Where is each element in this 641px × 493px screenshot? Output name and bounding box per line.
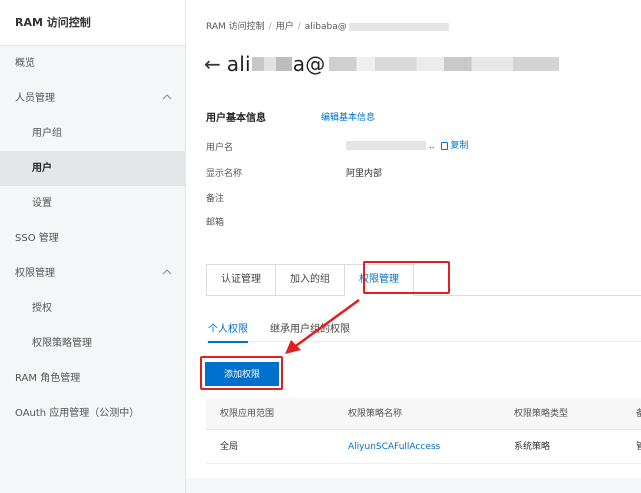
- sidebar-item-groups[interactable]: 用户组: [0, 116, 186, 151]
- table-cell: 全局: [220, 442, 239, 452]
- title-middle: a@: [292, 52, 326, 76]
- sidebar-header: RAM 访问控制: [0, 0, 185, 46]
- sidebar-item-label: 用户组: [32, 128, 62, 139]
- sidebar-item-label: 概览: [15, 58, 35, 69]
- bottom-scroll-area: [186, 478, 641, 493]
- annotation-highlight: [363, 261, 450, 294]
- username-label: 用户名: [206, 143, 234, 153]
- sidebar-item-label: 授权: [32, 303, 52, 314]
- sidebar: RAM 访问控制 概览 人员管理 用户组 用户 设置 SSO 管理 权限管理 授…: [0, 0, 186, 493]
- copy-button[interactable]: 复制: [441, 141, 469, 151]
- sidebar-item-label: RAM 角色管理: [15, 373, 81, 384]
- chevron-up-icon: [162, 81, 172, 116]
- note-label: 备注: [206, 194, 225, 204]
- sidebar-item-settings[interactable]: 设置: [0, 186, 186, 221]
- username-suffix: ..: [428, 141, 435, 151]
- chevron-up-icon: [162, 256, 172, 291]
- subtab-personal-permissions[interactable]: 个人权限: [208, 320, 248, 343]
- tab-joined-groups[interactable]: 加入的组: [275, 264, 344, 296]
- sidebar-item-grants[interactable]: 授权: [0, 291, 186, 326]
- sidebar-item-ram-roles[interactable]: RAM 角色管理: [0, 361, 186, 396]
- sidebar-item-policies[interactable]: 权限策略管理: [0, 326, 186, 361]
- breadcrumb-users[interactable]: 用户: [276, 22, 294, 32]
- breadcrumb-separator: /: [297, 22, 301, 32]
- copy-icon: [441, 141, 449, 150]
- sidebar-item-sso[interactable]: SSO 管理: [0, 221, 186, 256]
- display-name-value: 阿里内部: [346, 169, 383, 179]
- back-arrow-icon[interactable]: ←: [204, 50, 221, 78]
- sidebar-item-overview[interactable]: 概览: [0, 46, 186, 81]
- tab-authentication[interactable]: 认证管理: [206, 264, 275, 296]
- sidebar-item-label: 人员管理: [15, 93, 55, 104]
- sidebar-item-label: 用户: [32, 163, 52, 174]
- annotation-highlight: [200, 356, 283, 390]
- email-label: 邮箱: [206, 218, 225, 228]
- redacted-block: [348, 22, 449, 31]
- breadcrumb-current: alibaba@: [304, 22, 347, 32]
- table-cell: 管: [636, 442, 641, 452]
- edit-basic-info-link[interactable]: 编辑基本信息: [321, 110, 375, 123]
- column-header: 权限策略类型: [514, 409, 569, 419]
- table-row: 全局 AliyunSCAFullAccess 系统策略 管: [206, 430, 641, 464]
- column-header: 权限策略名称: [348, 409, 403, 419]
- redacted-block: [329, 57, 560, 71]
- policy-name-link[interactable]: AliyunSCAFullAccess: [348, 430, 440, 464]
- sidebar-item-oauth[interactable]: OAuth 应用管理（公测中）: [0, 396, 186, 431]
- sidebar-item-label: 设置: [32, 198, 52, 209]
- main-content: RAM 访问控制 / 用户 / alibaba@ ← ali a@ 用户基本信息 编辑基…: [186, 0, 641, 493]
- basic-info-title: 用户基本信息: [206, 113, 266, 124]
- page-title: ← ali a@: [204, 50, 560, 78]
- sidebar-item-label: SSO 管理: [15, 233, 59, 244]
- redacted-block: [251, 57, 292, 71]
- title-prefix: ali: [226, 52, 251, 76]
- breadcrumb-root[interactable]: RAM 访问控制: [206, 22, 265, 32]
- copy-label: 复制: [450, 141, 469, 151]
- sidebar-item-label: 权限管理: [15, 268, 55, 279]
- display-name-label: 显示名称: [206, 169, 243, 179]
- sidebar-item-label: 权限策略管理: [32, 338, 92, 349]
- sidebar-item-identities[interactable]: 人员管理: [0, 81, 186, 116]
- sidebar-item-label: OAuth 应用管理（公测中）: [15, 408, 140, 419]
- annotation-arrow-icon: [285, 298, 360, 354]
- column-header: 权限应用范围: [220, 409, 275, 419]
- table-cell: 系统策略: [514, 442, 551, 452]
- breadcrumb-separator: /: [268, 22, 272, 32]
- redacted-block: [346, 141, 426, 150]
- breadcrumb: RAM 访问控制 / 用户 / alibaba@: [206, 19, 449, 32]
- column-header: 备: [636, 409, 641, 419]
- username-value: .. 复制: [346, 138, 469, 151]
- table-header: 权限应用范围 权限策略名称 权限策略类型 备: [206, 398, 641, 430]
- sidebar-item-users[interactable]: 用户: [0, 151, 186, 186]
- sidebar-item-permissions[interactable]: 权限管理: [0, 256, 186, 291]
